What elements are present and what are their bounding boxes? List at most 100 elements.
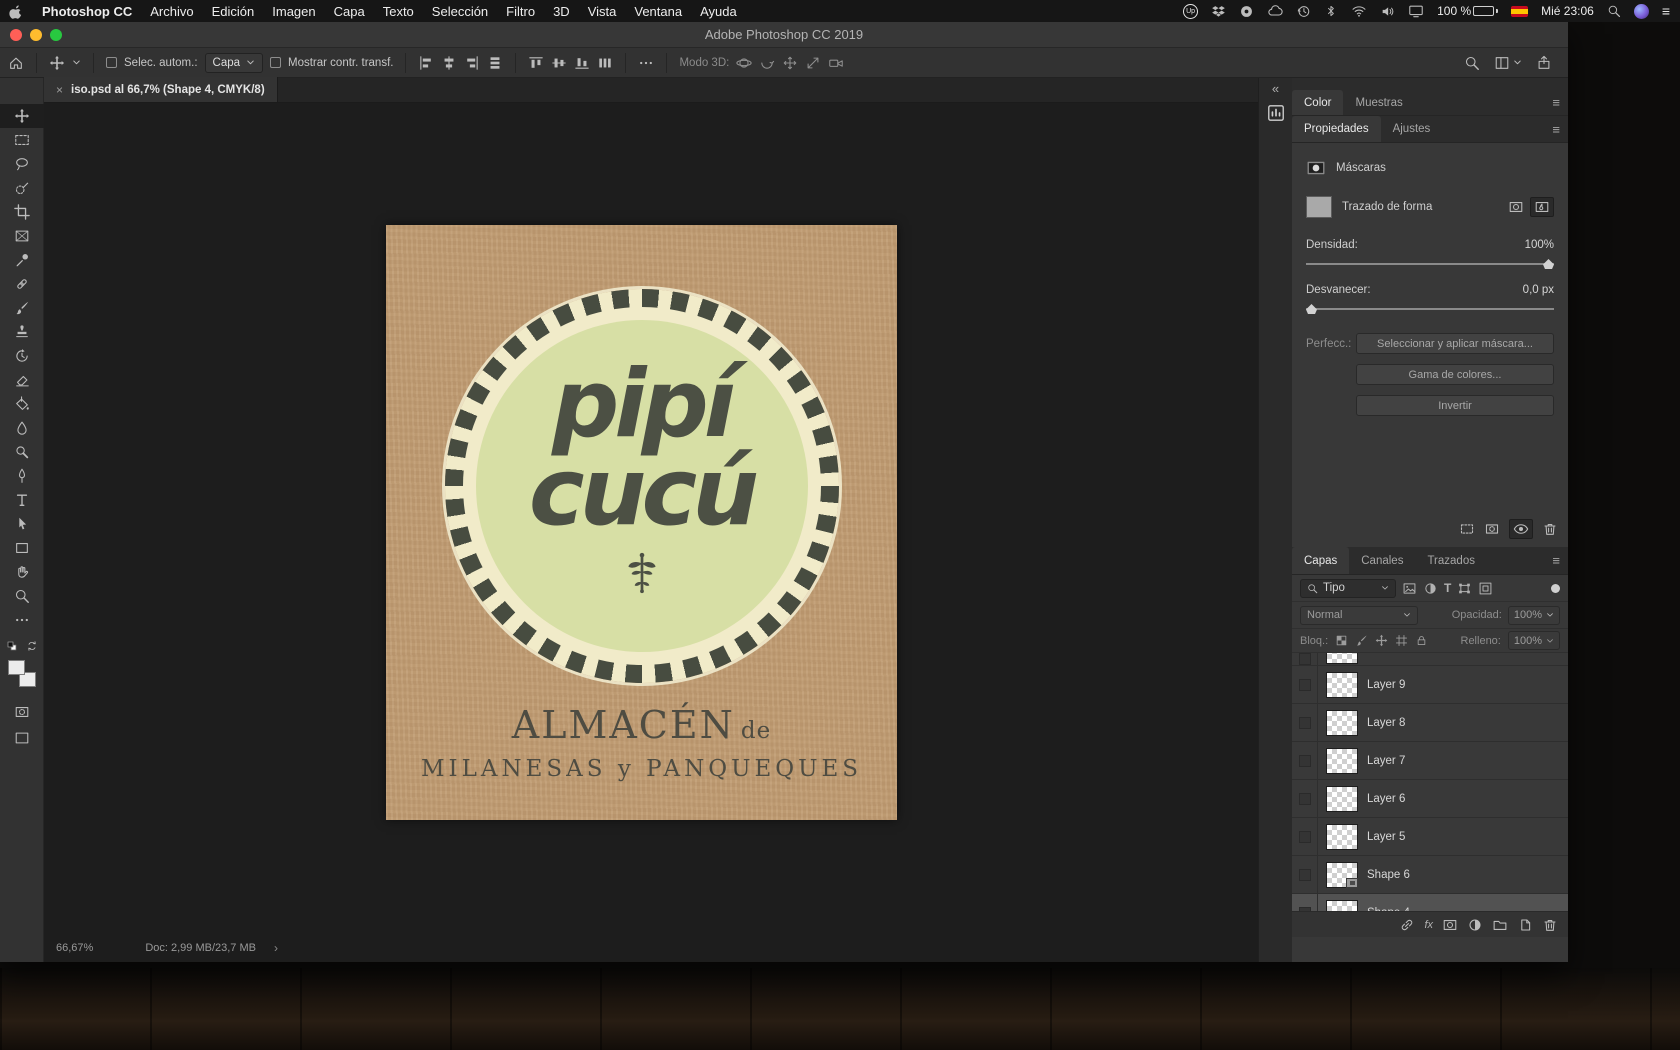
lock-pixels-icon[interactable] [1355,634,1368,647]
lock-artboard-icon[interactable] [1395,634,1408,647]
filter-adjustment-layers-icon[interactable] [1423,581,1438,596]
visibility-toggle[interactable] [1298,830,1311,843]
screen-mode-icon[interactable] [14,730,30,746]
path-selection-tool[interactable] [0,512,44,536]
add-layer-mask-icon[interactable] [1442,917,1458,933]
layer-thumbnail[interactable] [1326,899,1358,911]
link-layers-icon[interactable] [1399,917,1415,933]
swap-colors-icon[interactable] [26,640,38,652]
pen-tool[interactable] [0,464,44,488]
layer-name[interactable]: Layer 9 [1367,679,1405,691]
paint-bucket-tool[interactable] [0,392,44,416]
quick-mask-icon[interactable] [14,704,30,720]
layer-row[interactable]: Layer 9 [1292,666,1568,704]
up-status-icon[interactable]: Up [1183,3,1199,19]
layer-thumbnail[interactable] [1326,861,1358,888]
visibility-toggle[interactable] [1298,653,1311,665]
layer-thumbnail[interactable] [1326,747,1358,774]
density-value[interactable]: 100% [1525,239,1554,255]
window-title-bar[interactable]: Adobe Photoshop CC 2019 [0,22,1568,48]
blend-mode-dropdown[interactable]: Normal [1300,605,1418,625]
menu-app-name[interactable]: Photoshop CC [33,0,141,22]
menu-archivo[interactable]: Archivo [141,0,202,22]
edit-toolbar-button[interactable] [0,608,44,632]
crop-tool[interactable] [0,200,44,224]
search-icon[interactable] [1464,55,1480,71]
volume-icon[interactable] [1380,4,1395,19]
share-icon[interactable] [1536,55,1552,71]
battery-indicator[interactable]: 100 % [1437,4,1499,18]
clone-stamp-tool[interactable] [0,320,44,344]
auto-select-dropdown[interactable]: Capa [204,52,264,73]
eraser-tool[interactable] [0,368,44,392]
minimize-window-button[interactable] [30,28,42,41]
history-brush-tool[interactable] [0,344,44,368]
distribute-v-icon[interactable] [487,55,503,71]
status-chevron-icon[interactable]: › [274,941,278,955]
tab-color[interactable]: Color [1292,90,1344,115]
quick-selection-tool[interactable] [0,176,44,200]
3d-pan-icon[interactable] [782,55,798,71]
healing-brush-tool[interactable] [0,272,44,296]
layer-row[interactable]: Shape 6 [1292,856,1568,894]
layer-name[interactable]: Layer 5 [1367,831,1405,843]
menu-imagen[interactable]: Imagen [263,0,324,22]
select-and-mask-button[interactable]: Seleccionar y aplicar máscara... [1356,333,1554,354]
menu-texto[interactable]: Texto [374,0,423,22]
brush-tool[interactable] [0,296,44,320]
align-left-icon[interactable] [418,55,434,71]
canvas-area[interactable]: pipí cucú ALMACÉN de MILANESAS y PANQUEQU… [44,103,1258,962]
layer-row[interactable]: Layer 7 [1292,742,1568,780]
layer-thumbnail[interactable] [1326,653,1358,664]
layer-thumbnail[interactable] [1326,785,1358,812]
visibility-toggle[interactable] [1298,868,1311,881]
apply-mask-icon[interactable] [1484,521,1500,537]
type-tool[interactable] [0,488,44,512]
visibility-toggle[interactable] [1298,678,1311,691]
menu-ventana[interactable]: Ventana [625,0,691,22]
frame-tool[interactable] [0,224,44,248]
menu-filtro[interactable]: Filtro [497,0,544,22]
lock-all-icon[interactable] [1415,634,1428,647]
bluetooth-icon[interactable] [1324,4,1338,18]
more-options-icon[interactable] [638,55,654,71]
distribute-h-icon[interactable] [597,55,613,71]
3d-camera-icon[interactable] [828,55,844,71]
visibility-toggle[interactable] [1298,754,1311,767]
layer-name[interactable]: Layer 7 [1367,755,1405,767]
eyedropper-tool[interactable] [0,248,44,272]
add-pixel-mask-icon[interactable] [1508,199,1524,215]
layer-row-clipped[interactable] [1292,653,1568,666]
3d-roll-icon[interactable] [759,55,775,71]
load-selection-from-mask-icon[interactable] [1459,521,1475,537]
layer-name[interactable]: Shape 6 [1367,869,1410,881]
layer-row[interactable]: Layer 6 [1292,780,1568,818]
disc-status-icon[interactable] [1239,4,1254,19]
zoom-tool[interactable] [0,584,44,608]
filter-pixel-layers-icon[interactable] [1402,581,1417,596]
layer-thumbnail[interactable] [1326,709,1358,736]
invert-button[interactable]: Invertir [1356,395,1554,416]
move-tool[interactable] [0,104,44,128]
filter-type-layers-icon[interactable]: T [1444,581,1451,595]
add-vector-mask-icon[interactable] [1530,197,1554,217]
layer-row-selected[interactable]: Shape 4 [1292,894,1568,911]
default-colors-icon[interactable] [6,640,18,652]
layer-effects-icon[interactable]: fx [1424,919,1433,931]
wifi-icon[interactable] [1351,3,1367,19]
siri-icon[interactable] [1633,3,1649,19]
feather-slider[interactable] [1306,303,1554,315]
delete-layer-icon[interactable] [1542,917,1558,933]
delete-mask-icon[interactable] [1542,521,1558,537]
opacity-dropdown[interactable]: 100% [1507,605,1560,625]
lock-position-icon[interactable] [1375,634,1388,647]
lasso-tool[interactable] [0,152,44,176]
close-window-button[interactable] [10,28,22,41]
mask-preview-thumb[interactable] [1306,196,1332,218]
apple-icon[interactable] [0,0,33,22]
menu-capa[interactable]: Capa [325,0,374,22]
new-layer-icon[interactable] [1517,917,1533,933]
properties-panel-menu-icon[interactable]: ≡ [1552,116,1560,142]
mask-visibility-eye-icon[interactable] [1509,519,1533,539]
zoom-level-field[interactable]: 66,67% [56,942,93,954]
